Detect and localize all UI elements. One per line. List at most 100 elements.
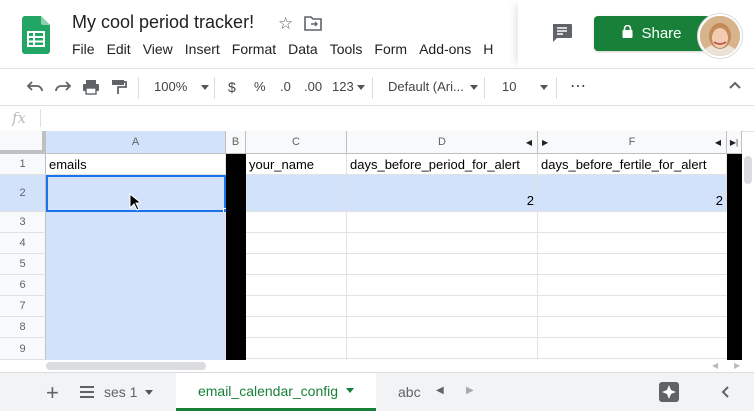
formula-input[interactable] (48, 106, 748, 130)
row-header-9[interactable]: 9 (0, 338, 46, 360)
column-black-fill-right[interactable] (727, 154, 742, 360)
row-header-7[interactable]: 7 (0, 296, 46, 317)
select-all-corner[interactable] (0, 131, 46, 154)
font-select[interactable]: Default (Ari... (388, 79, 478, 94)
menu-data[interactable]: Data (282, 41, 324, 61)
row-header-1[interactable]: 1 (0, 154, 46, 175)
percent-format-button[interactable]: % (254, 79, 266, 94)
move-to-folder-icon[interactable] (304, 15, 322, 36)
expand-right-icon[interactable]: ▶| (730, 138, 738, 147)
scroll-tabs-right-icon[interactable]: ▶ (466, 385, 474, 396)
print-icon[interactable] (82, 79, 100, 98)
collapse-left-icon[interactable]: ◀ (715, 138, 721, 147)
share-label: Share (641, 25, 682, 42)
cell-d2[interactable]: 2 (347, 175, 538, 212)
redo-icon[interactable] (54, 79, 72, 98)
column-header-f-label: F (628, 136, 636, 148)
column-header-b[interactable]: B (226, 131, 246, 154)
row-header-8[interactable]: 8 (0, 317, 46, 338)
gridline (537, 212, 538, 360)
column-header-d-label: D (438, 136, 446, 148)
gridline (346, 212, 347, 360)
cell-f1[interactable]: days_before_fertile_for_alert (538, 154, 727, 175)
expand-right-icon[interactable]: ▶ (542, 138, 548, 147)
add-sheet-icon[interactable]: + (46, 380, 59, 406)
more-options-icon[interactable]: ⋯ (570, 76, 586, 96)
undo-icon[interactable] (26, 79, 44, 98)
more-formats-label: 123 (332, 79, 354, 94)
formula-bar: fx (0, 105, 754, 132)
cell-a1[interactable]: emails (46, 154, 226, 175)
decrease-decimal-button[interactable]: .0 (280, 79, 291, 94)
empty-cells-area[interactable] (246, 212, 727, 360)
sheet-tab-active-label: email_calendar_config (197, 382, 339, 399)
column-header-f[interactable]: ▶ F ◀ (538, 131, 727, 154)
horizontal-scroll-thumb[interactable] (46, 362, 206, 370)
sheet-tab[interactable]: abc (398, 373, 421, 411)
column-header-c[interactable]: C (246, 131, 347, 154)
scroll-right-icon[interactable]: ▶ (734, 361, 740, 370)
menu-file[interactable]: File (66, 41, 101, 61)
menu-addons[interactable]: Add-ons (413, 41, 477, 61)
chevron-down-icon[interactable] (145, 389, 154, 395)
row-header-6[interactable]: 6 (0, 275, 46, 296)
cell-c1[interactable]: your_name (246, 154, 347, 175)
column-header-hidden-expand[interactable]: ▶| (727, 131, 742, 154)
lock-icon (622, 24, 633, 42)
menu-edit[interactable]: Edit (101, 41, 137, 61)
vertical-scroll-thumb[interactable] (744, 156, 752, 184)
font-size-select[interactable]: 10 (502, 79, 549, 94)
zoom-select[interactable]: 100% (154, 79, 210, 94)
sheet-tab-label: ses 1 (104, 384, 138, 400)
collapse-left-icon[interactable]: ◀ (526, 138, 532, 147)
cell-f2[interactable]: 2 (538, 175, 727, 212)
menu-view[interactable]: View (137, 41, 179, 61)
paint-format-icon[interactable] (110, 79, 128, 98)
vertical-scrollbar[interactable] (742, 154, 754, 360)
cell-c2[interactable] (246, 175, 347, 212)
all-sheets-icon[interactable] (80, 385, 94, 403)
menu-insert[interactable]: Insert (179, 41, 226, 61)
row-header-5[interactable]: 5 (0, 254, 46, 275)
scroll-tabs-left-icon[interactable]: ◀ (436, 385, 444, 396)
increase-decimal-button[interactable]: .00 (304, 79, 322, 94)
more-formats-button[interactable]: 123 (332, 79, 365, 94)
toolbar-divider (484, 77, 485, 99)
share-button[interactable]: Share (594, 16, 710, 51)
formula-divider (40, 109, 41, 127)
menu-form[interactable]: Form (368, 41, 413, 61)
menu-bar: File Edit View Insert Format Data Tools … (66, 41, 499, 61)
menu-format[interactable]: Format (226, 41, 282, 61)
scroll-left-icon[interactable]: ◀ (712, 361, 718, 370)
font-size-value: 10 (502, 79, 517, 94)
row-header-2[interactable]: 2 (0, 175, 46, 212)
avatar[interactable] (698, 14, 742, 58)
column-b-black-fill[interactable] (226, 154, 246, 360)
toolbar-divider (138, 77, 139, 99)
zoom-value: 100% (154, 79, 188, 94)
toolbar-divider (214, 77, 215, 99)
row-header-3[interactable]: 3 (0, 212, 46, 233)
chevron-down-icon[interactable] (346, 388, 355, 393)
cell-d1[interactable]: days_before_period_for_alert (347, 154, 538, 175)
collapse-menu-icon[interactable] (728, 78, 742, 93)
sheets-logo-icon[interactable] (22, 16, 50, 54)
toolbar-divider (372, 77, 373, 99)
toolbar: 100% $ % .0 .00 123 Default (Ari... 10 ⋯ (0, 68, 754, 106)
column-a-selection[interactable] (46, 212, 226, 360)
column-header-a[interactable]: A (46, 131, 226, 154)
sheet-tab-active[interactable]: email_calendar_config (176, 373, 376, 411)
mouse-cursor-icon (129, 192, 143, 216)
explore-icon[interactable] (658, 381, 680, 408)
document-title[interactable]: My cool period tracker! (72, 12, 254, 33)
row-header-4[interactable]: 4 (0, 233, 46, 254)
sheet-tab[interactable]: ses 1 (104, 373, 154, 411)
currency-format-button[interactable]: $ (228, 79, 236, 95)
star-icon[interactable]: ☆ (278, 14, 293, 34)
menu-tools[interactable]: Tools (324, 41, 369, 61)
collapse-side-panel-icon[interactable] (720, 385, 730, 404)
menu-help[interactable]: H (477, 41, 499, 61)
column-header-d[interactable]: D ◀ (347, 131, 538, 154)
comment-icon[interactable] (550, 22, 574, 49)
toolbar-divider (556, 77, 557, 99)
